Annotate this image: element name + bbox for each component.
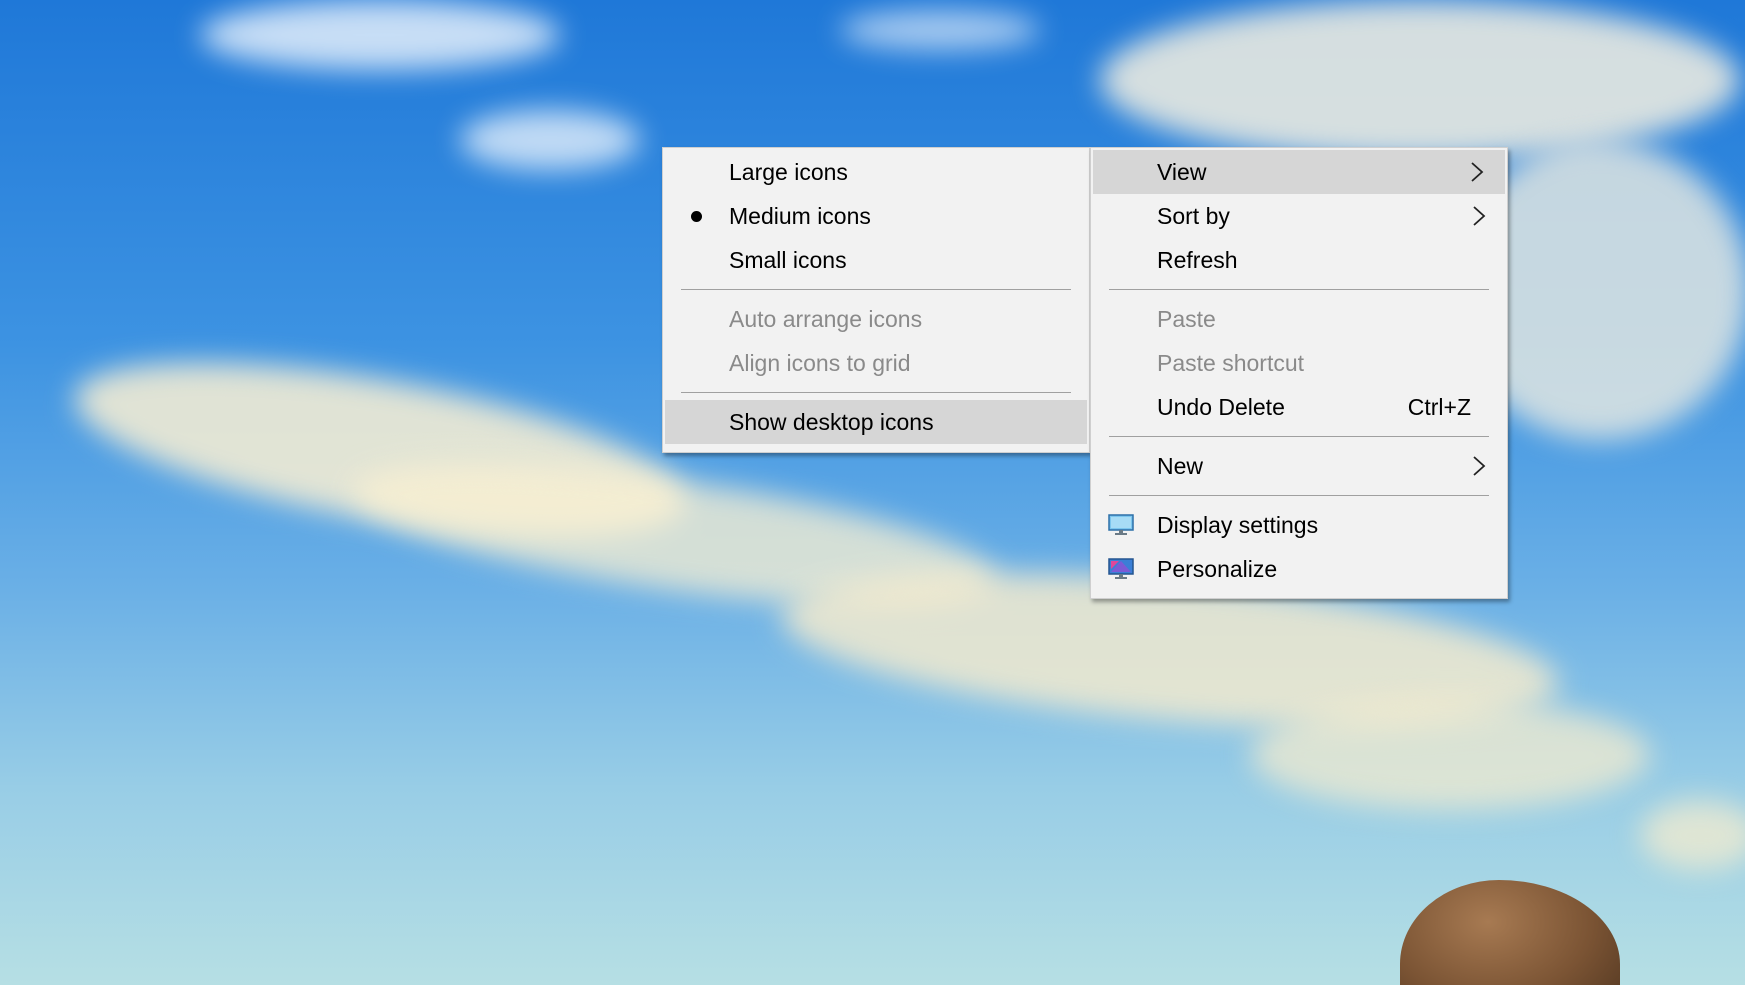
menu-item-personalize[interactable]: Personalize — [1091, 547, 1507, 591]
menu-item-label: Personalize — [1157, 555, 1278, 582]
cloud — [1250, 700, 1650, 810]
menu-item-label: Medium icons — [729, 202, 871, 229]
menu-item-small-icons[interactable]: Small icons — [663, 238, 1089, 282]
menu-separator — [1109, 436, 1489, 437]
cloud — [200, 0, 560, 70]
menu-item-refresh[interactable]: Refresh — [1091, 238, 1507, 282]
menu-item-label: Paste shortcut — [1157, 349, 1305, 376]
menu-item-label: Large icons — [729, 158, 848, 185]
display-settings-icon — [1108, 514, 1134, 535]
menu-separator — [681, 392, 1071, 393]
personalize-icon — [1108, 558, 1134, 579]
menu-item-label: Refresh — [1157, 246, 1238, 273]
menu-item-auto-arrange-icons[interactable]: Auto arrange icons — [663, 297, 1089, 341]
menu-item-display-settings[interactable]: Display settings — [1091, 503, 1507, 547]
menu-item-align-icons-to-grid[interactable]: Align icons to grid — [663, 341, 1089, 385]
menu-item-label: Paste — [1157, 305, 1216, 332]
menu-item-label: Undo Delete — [1157, 393, 1285, 420]
menu-item-sort-by[interactable]: Sort by — [1091, 194, 1507, 238]
rock-formation — [1400, 880, 1620, 985]
menu-item-label: Align icons to grid — [729, 349, 911, 376]
menu-separator — [1109, 495, 1489, 496]
cloud — [1100, 0, 1740, 160]
menu-item-label: Small icons — [729, 246, 847, 273]
menu-item-undo-delete[interactable]: Undo Delete Ctrl+Z — [1091, 385, 1507, 429]
view-submenu: Large icons Medium icons Small icons Aut… — [662, 147, 1090, 453]
radio-bullet-icon — [691, 211, 702, 222]
menu-item-label: Auto arrange icons — [729, 305, 923, 332]
menu-separator — [681, 289, 1071, 290]
chevron-right-icon — [1473, 456, 1486, 476]
menu-item-medium-icons[interactable]: Medium icons — [663, 194, 1089, 238]
menu-item-show-desktop-icons[interactable]: Show desktop icons — [665, 400, 1087, 444]
menu-item-large-icons[interactable]: Large icons — [663, 150, 1089, 194]
menu-item-label: Show desktop icons — [729, 408, 934, 435]
chevron-right-icon — [1473, 206, 1486, 226]
menu-item-paste-shortcut[interactable]: Paste shortcut — [1091, 341, 1507, 385]
menu-item-label: Sort by — [1157, 202, 1230, 229]
cloud — [840, 10, 1040, 50]
menu-item-label: View — [1157, 158, 1207, 185]
menu-item-label: Display settings — [1157, 511, 1319, 538]
cloud — [1640, 800, 1745, 870]
cloud — [460, 110, 640, 170]
menu-item-label: New — [1157, 452, 1204, 479]
keyboard-shortcut: Ctrl+Z — [1407, 393, 1471, 420]
menu-item-new[interactable]: New — [1091, 444, 1507, 488]
desktop-context-menu: View Sort by Refresh Paste Paste shortcu… — [1090, 147, 1508, 599]
chevron-right-icon — [1471, 162, 1484, 182]
menu-separator — [1109, 289, 1489, 290]
menu-item-view[interactable]: View — [1093, 150, 1505, 194]
menu-item-paste[interactable]: Paste — [1091, 297, 1507, 341]
